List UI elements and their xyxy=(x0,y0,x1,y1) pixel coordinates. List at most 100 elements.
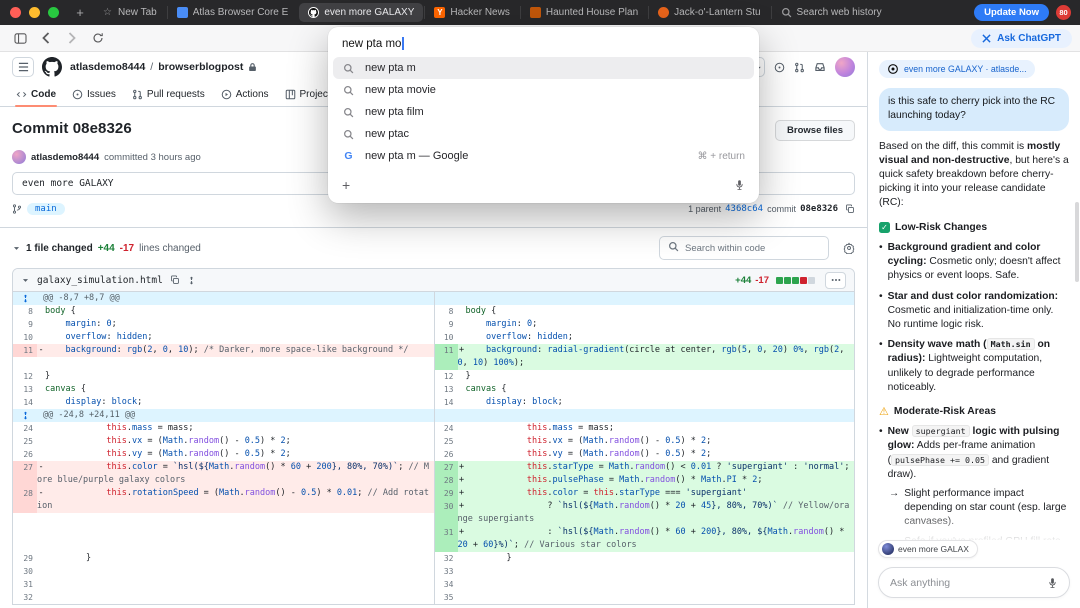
commit-author[interactable]: atlasdemo8444 xyxy=(31,152,99,163)
diff-line-number[interactable]: 13 xyxy=(434,383,458,396)
search-within-code-input[interactable]: Search within code xyxy=(659,236,829,260)
diff-line-number[interactable]: 12 xyxy=(13,370,37,383)
diff-settings-gear-icon[interactable] xyxy=(843,242,855,254)
diff-line-number[interactable]: 28 xyxy=(434,474,458,487)
browser-tab[interactable]: ☆New Tab xyxy=(93,3,166,22)
hamburger-menu-button[interactable] xyxy=(12,57,34,77)
browser-tab[interactable]: Haunted House Plan xyxy=(521,3,647,22)
diff-line-number[interactable]: 35 xyxy=(434,591,458,604)
inbox-icon[interactable] xyxy=(814,61,826,73)
diff-line-number[interactable]: 14 xyxy=(434,396,458,409)
forward-icon[interactable] xyxy=(60,28,84,49)
profile-badge[interactable]: 80 xyxy=(1056,5,1071,20)
diff-line-number[interactable]: 31 xyxy=(434,526,458,552)
ask-anything-input[interactable]: Ask anything xyxy=(878,567,1070,598)
diff-line-number[interactable]: 31 xyxy=(13,578,37,591)
files-changed-label[interactable]: 1 file changed xyxy=(26,243,93,254)
omnibox-suggestion[interactable]: new ptac xyxy=(333,123,754,145)
repo-tab-pull-requests[interactable]: Pull requests xyxy=(124,82,213,106)
omnibox-suggestion[interactable]: Gnew pta m — Google⌘ + return xyxy=(333,145,754,167)
new-tab-button[interactable]: + xyxy=(70,5,90,20)
diff-line-number[interactable]: 33 xyxy=(434,565,458,578)
diff-line-number[interactable]: 14 xyxy=(13,396,37,409)
branch-chip[interactable]: main xyxy=(27,203,65,215)
diff-line-number[interactable]: 32 xyxy=(434,552,458,565)
omnibox-suggestion[interactable]: new pta film xyxy=(333,101,754,123)
composer-context-chip[interactable]: even more GALAX xyxy=(878,540,978,558)
omnibox-suggestion[interactable]: new pta movie xyxy=(333,79,754,101)
diff-line-number[interactable]: 25 xyxy=(13,435,37,448)
diff-line-number[interactable]: 32 xyxy=(13,591,37,604)
add-icon[interactable]: + xyxy=(342,177,350,193)
breadcrumb-repo[interactable]: browserblogpost xyxy=(158,61,243,73)
browser-tab[interactable]: even more GALAXY xyxy=(299,3,423,22)
diff-line-number[interactable]: 11 xyxy=(434,344,458,370)
copy-sha-icon[interactable] xyxy=(845,204,855,214)
github-logo-icon[interactable] xyxy=(42,57,62,77)
diff-line-number[interactable]: 29 xyxy=(434,487,458,500)
expand-hunk-icon[interactable] xyxy=(13,409,37,422)
close-icon[interactable] xyxy=(982,34,991,43)
diff-line-number[interactable]: 24 xyxy=(13,422,37,435)
diff-line-number[interactable]: 24 xyxy=(434,422,458,435)
diff-line-number[interactable]: 27 xyxy=(434,461,458,474)
browse-files-button[interactable]: Browse files xyxy=(775,120,855,141)
omnibox-suggestion[interactable]: new pta m xyxy=(333,57,754,79)
browser-tab[interactable]: Atlas Browser Core E xyxy=(168,3,298,22)
parent-sha-link[interactable]: 4368c64 xyxy=(725,204,763,214)
diff-line-number[interactable]: 10 xyxy=(13,331,37,344)
chatgpt-sidebar: even more GALAXY · atlasde... is this sa… xyxy=(868,52,1080,608)
mic-icon[interactable] xyxy=(1047,577,1058,589)
diff-line-number[interactable]: 30 xyxy=(13,565,37,578)
sidebar-scrollbar[interactable] xyxy=(1075,202,1079,282)
update-now-button[interactable]: Update Now xyxy=(974,4,1049,21)
omnibox-input[interactable]: new pta mo xyxy=(328,32,759,57)
diff-line-number[interactable]: 8 xyxy=(434,305,458,318)
diff-line-number[interactable]: 8 xyxy=(13,305,37,318)
breadcrumb-owner[interactable]: atlasdemo8444 xyxy=(70,61,145,73)
diff-line-number[interactable]: 25 xyxy=(434,435,458,448)
repo-tab-actions[interactable]: Actions xyxy=(213,82,277,106)
ask-chatgpt-button[interactable]: Ask ChatGPT xyxy=(971,29,1072,48)
issues-icon[interactable] xyxy=(774,62,785,73)
diff-line-number[interactable]: 26 xyxy=(13,448,37,461)
browser-tab[interactable]: YHacker News xyxy=(425,3,518,22)
back-icon[interactable] xyxy=(34,28,58,49)
diff-line-number[interactable]: 9 xyxy=(434,318,458,331)
voice-search-icon[interactable] xyxy=(734,179,745,191)
author-avatar[interactable] xyxy=(12,150,26,164)
diff-line-number[interactable]: 26 xyxy=(434,448,458,461)
expand-hunk-icon[interactable] xyxy=(13,292,37,305)
diff-line-number[interactable]: 27 xyxy=(13,461,37,487)
repo-tab-code[interactable]: Code xyxy=(8,82,64,106)
close-window-button[interactable] xyxy=(10,7,21,18)
diff-line-number[interactable]: 34 xyxy=(434,578,458,591)
pull-request-icon[interactable] xyxy=(794,62,805,73)
expand-all-icon[interactable] xyxy=(187,275,196,286)
reload-icon[interactable] xyxy=(86,28,110,49)
diff-line-number[interactable]: 9 xyxy=(13,318,37,331)
diff-line-number[interactable]: 30 xyxy=(434,500,458,526)
sidebar-panel-icon[interactable] xyxy=(8,28,32,49)
browser-tab[interactable]: Search web history xyxy=(772,3,891,22)
file-options-kebab-icon[interactable] xyxy=(825,272,846,289)
commit-parent-info: 1 parent 4368c64 commit 08e8326 xyxy=(688,204,855,214)
diff-line-number[interactable]: 13 xyxy=(13,383,37,396)
assistant-sections: ✓Low-Risk Changes•Background gradient an… xyxy=(879,221,1069,540)
user-avatar[interactable] xyxy=(835,57,855,77)
diff-line-number[interactable]: 11 xyxy=(13,344,37,357)
diff-line-number[interactable]: 29 xyxy=(13,552,37,565)
zoom-window-button[interactable] xyxy=(48,7,59,18)
browser-tab[interactable]: Jack-o'-Lantern Stu xyxy=(649,3,769,22)
copy-path-icon[interactable] xyxy=(170,275,180,285)
diff-line-number[interactable]: 10 xyxy=(434,331,458,344)
file-name[interactable]: galaxy_simulation.html xyxy=(37,275,163,286)
minimize-window-button[interactable] xyxy=(29,7,40,18)
context-chip[interactable]: even more GALAXY · atlasde... xyxy=(879,60,1035,78)
collapse-file-icon[interactable] xyxy=(21,276,30,285)
diff-line-number[interactable]: 12 xyxy=(434,370,458,383)
search-icon xyxy=(342,63,355,74)
diff-line-number[interactable]: 28 xyxy=(13,487,37,513)
repo-tab-issues[interactable]: Issues xyxy=(64,82,124,106)
collapse-files-icon[interactable] xyxy=(12,244,21,253)
